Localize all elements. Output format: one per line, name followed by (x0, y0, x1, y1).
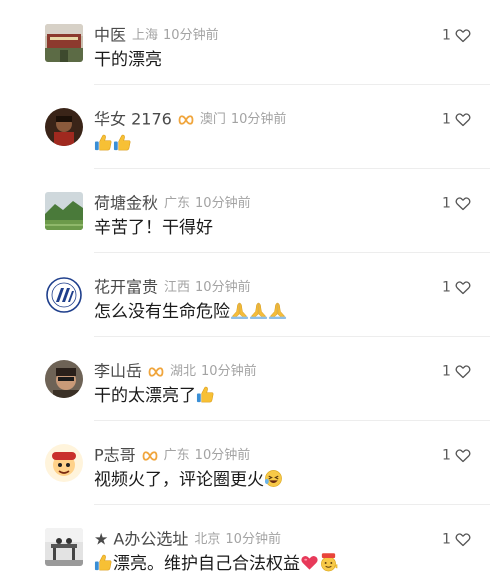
comment-time: 10分钟前 (195, 195, 251, 211)
comment-text-segment: 干的太漂亮了 (94, 386, 196, 406)
comment-item[interactable]: 华女 2176 澳门 10分钟前 1 (0, 84, 498, 168)
like-count: 1 (442, 279, 451, 296)
ip-region: 湖北 (170, 363, 197, 379)
comment-meta: 荷塘金秋 广东 10分钟前 (94, 192, 251, 214)
user-avatar[interactable] (45, 24, 83, 62)
username[interactable]: 华女 2176 (94, 110, 172, 129)
comment-text-segment: 视频火了，评论圈更火 (94, 470, 264, 490)
comment-text-segment: 漂亮。维护自己合法权益 (113, 554, 300, 574)
comment-meta: 华女 2176 澳门 10分钟前 (94, 108, 286, 130)
comment-text: 漂亮。维护自己合法权益 (94, 552, 338, 576)
thumbs-up-emoji (113, 133, 132, 152)
fan-badge-icon (178, 114, 194, 126)
thumbs-up-emoji (94, 553, 113, 572)
fan-badge-icon (142, 450, 158, 462)
username[interactable]: 李山岳 (94, 362, 142, 381)
heart-icon[interactable] (455, 28, 471, 43)
comment-item[interactable]: 中医 上海 10分钟前 干的漂亮 1 (0, 0, 498, 84)
comment-time: 10分钟前 (163, 27, 219, 43)
like-count: 1 (442, 195, 451, 212)
thumbs-up-emoji (94, 133, 113, 152)
comment-text-segment: 辛苦了！干得好 (94, 218, 213, 238)
comment-text: 干的太漂亮了 (94, 384, 215, 408)
praying-hands-emoji (230, 301, 249, 320)
user-avatar[interactable] (45, 360, 83, 398)
comment-text: 怎么没有生命危险 (94, 300, 287, 324)
comment-meta: 李山岳 湖北 10分钟前 (94, 360, 257, 382)
comment-text-segment: 怎么没有生命危险 (94, 302, 230, 322)
comment-meta: ★ A办公选址 北京 10分钟前 (94, 528, 281, 550)
like-count: 1 (442, 111, 451, 128)
comment-item[interactable]: 李山岳 湖北 10分钟前 干的太漂亮了 1 (0, 336, 498, 420)
like-count: 1 (442, 27, 451, 44)
comment-text: 干的漂亮 (94, 48, 162, 72)
like-button[interactable]: 1 (442, 26, 471, 44)
username[interactable]: 荷塘金秋 (94, 194, 158, 213)
ip-region: 澳门 (199, 111, 226, 127)
comment-text-segment: 干的漂亮 (94, 50, 162, 70)
user-avatar[interactable] (45, 108, 83, 146)
heart-icon[interactable] (455, 364, 471, 379)
username[interactable]: P志哥 (94, 446, 136, 465)
ip-region: 广东 (164, 195, 191, 211)
heart-icon[interactable] (455, 112, 471, 127)
like-button[interactable]: 1 (442, 278, 471, 296)
comment-meta: P志哥 广东 10分钟前 (94, 444, 250, 466)
praying-hands-emoji (268, 301, 287, 320)
comment-text: 视频火了，评论圈更火 (94, 468, 283, 492)
like-button[interactable]: 1 (442, 530, 471, 548)
like-button[interactable]: 1 (442, 362, 471, 380)
heart-icon[interactable] (455, 532, 471, 547)
comment-item[interactable]: 荷塘金秋 广东 10分钟前 辛苦了！干得好 1 (0, 168, 498, 252)
like-button[interactable]: 1 (442, 194, 471, 212)
comment-item[interactable]: 花开富贵 江西 10分钟前 怎么没有生命危险 1 (0, 252, 498, 336)
like-button[interactable]: 1 (442, 110, 471, 128)
comment-time: 10分钟前 (201, 363, 257, 379)
comment-meta: 中医 上海 10分钟前 (94, 24, 219, 46)
username[interactable]: 花开富贵 (94, 278, 158, 297)
like-count: 1 (442, 363, 451, 380)
ip-region: 北京 (194, 531, 221, 547)
comment-text (94, 132, 132, 156)
user-avatar[interactable] (45, 276, 83, 314)
fan-badge-icon (148, 366, 164, 378)
user-avatar[interactable] (45, 192, 83, 230)
username[interactable]: ★ A办公选址 (94, 530, 188, 549)
username[interactable]: 中医 (94, 26, 126, 45)
user-avatar[interactable] (45, 528, 83, 566)
comment-text: 辛苦了！干得好 (94, 216, 213, 240)
user-avatar[interactable] (45, 444, 83, 482)
heart-icon[interactable] (455, 280, 471, 295)
comment-time: 10分钟前 (225, 531, 281, 547)
praying-hands-emoji (249, 301, 268, 320)
thumbs-up-emoji (196, 385, 215, 404)
ip-region: 上海 (132, 27, 159, 43)
ip-region: 广东 (163, 447, 190, 463)
comment-time: 10分钟前 (195, 279, 251, 295)
comment-meta: 花开富贵 江西 10分钟前 (94, 276, 251, 298)
666-emoji (319, 553, 338, 572)
comment-item[interactable]: P志哥 广东 10分钟前视频火了，评论圈更火 1 (0, 420, 498, 504)
heart-icon[interactable] (455, 448, 471, 463)
ip-region: 江西 (164, 279, 191, 295)
red-heart-emoji (300, 553, 319, 572)
like-button[interactable]: 1 (442, 446, 471, 464)
laughing-emoji (264, 469, 283, 488)
comment-item[interactable]: ★ A办公选址 北京 10分钟前漂亮。维护自己合法权益 1 (0, 504, 498, 588)
like-count: 1 (442, 447, 451, 464)
comment-time: 10分钟前 (230, 111, 287, 127)
heart-icon[interactable] (455, 196, 471, 211)
like-count: 1 (442, 531, 451, 548)
comment-time: 10分钟前 (194, 447, 251, 463)
